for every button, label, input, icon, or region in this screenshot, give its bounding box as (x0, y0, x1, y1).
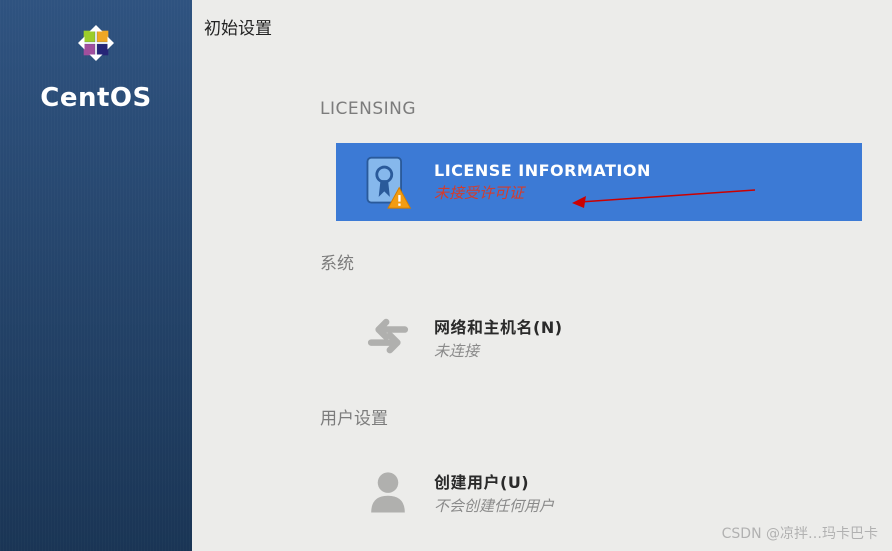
section-system: 系统 网络和主机名(N) 未连接 (320, 249, 862, 376)
brand-text: CentOS (40, 83, 151, 113)
user-icon (360, 463, 416, 521)
spoke-status: 未连接 (434, 340, 563, 361)
spoke-create-user[interactable]: 创建用户(U) 不会创建任何用户 (336, 453, 862, 531)
spoke-license-information[interactable]: LICENSE INFORMATION 未接受许可证 (336, 143, 862, 221)
section-header-system: 系统 (320, 249, 862, 274)
centos-icon (68, 15, 124, 75)
section-header-user: 用户设置 (320, 404, 862, 429)
spoke-status: 不会创建任何用户 (434, 495, 554, 516)
section-header-licensing: LICENSING (320, 99, 862, 119)
spoke-title: 创建用户(U) (434, 469, 554, 493)
spoke-title: 网络和主机名(N) (434, 314, 563, 338)
page-title: 初始设置 (192, 14, 892, 39)
spoke-title: LICENSE INFORMATION (434, 161, 651, 180)
sidebar: CentOS (0, 0, 192, 551)
spoke-status: 未接受许可证 (434, 182, 651, 203)
main-content: 初始设置 LICENSING LICENSE (192, 0, 892, 551)
license-icon (360, 153, 416, 211)
section-user: 用户设置 创建用户(U) 不会创建任何用户 (320, 404, 862, 531)
brand-logo: CentOS (40, 15, 151, 113)
spoke-network-hostname[interactable]: 网络和主机名(N) 未连接 (336, 298, 862, 376)
section-licensing: LICENSING LICENSE INFORMATION 未接受许可证 (320, 99, 862, 221)
network-icon (360, 308, 416, 366)
